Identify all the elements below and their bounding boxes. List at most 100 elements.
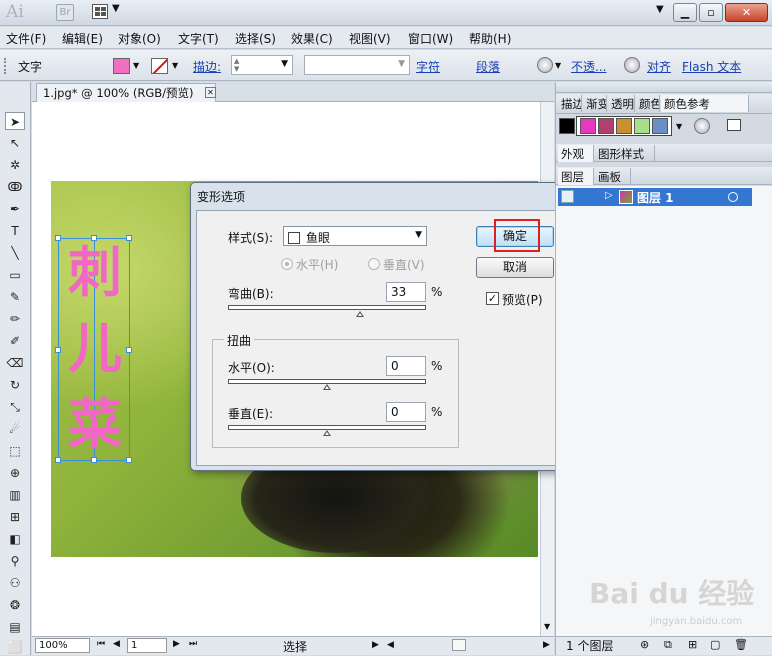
scroll-right-icon[interactable]: ▶ [543,640,550,650]
text-bounding-box[interactable]: 刺 儿 菜 [55,235,132,463]
zoom-level-field[interactable]: 100% [35,638,90,653]
menu-window[interactable]: 窗口(W) [408,30,453,47]
resize-handle[interactable] [126,347,132,353]
blend-tool-icon[interactable]: ⚇ [5,574,25,592]
tab-color[interactable]: 颜色 [636,95,660,112]
pen-tool-icon[interactable]: ✒ [5,200,25,218]
stroke-link[interactable]: 描边: [193,58,221,75]
tab-transparency[interactable]: 透明 [608,95,635,112]
bend-input[interactable]: 33 [386,282,426,302]
artboard-number-field[interactable]: 1 [127,638,167,653]
mesh-tool-icon[interactable]: ⊞ [5,508,25,526]
tab-color-guide[interactable]: 颜色参考 [661,95,749,112]
menu-file[interactable]: 文件(F) [6,30,46,47]
document-tab[interactable]: 1.jpg* @ 100% (RGB/预览) ✕ [36,83,216,102]
style-dropdown[interactable]: ▼ [304,55,410,75]
stroke-weight-input[interactable]: ▲ ▼ ▼ [231,55,293,75]
menu-view[interactable]: 视图(V) [349,30,391,47]
lasso-tool-icon[interactable]: ↂ [5,178,25,196]
edit-colors-icon[interactable] [694,118,710,134]
close-button[interactable]: ✕ [725,3,768,22]
symbol-sprayer-tool-icon[interactable]: ❂ [5,596,25,614]
resize-handle[interactable] [55,235,61,241]
bend-slider-thumb[interactable] [356,311,364,317]
new-sublayer-icon[interactable]: ⊞ [688,638,697,651]
expand-arrow-icon[interactable]: ▷ [605,190,613,201]
minimize-button[interactable]: ▁ [673,3,697,22]
menu-effect[interactable]: 效果(C) [291,30,333,47]
cancel-button[interactable]: 取消 [476,257,554,278]
stroke-color-swatch[interactable] [151,58,168,74]
blob-brush-tool-icon[interactable]: ✐ [5,332,25,350]
harmony-swatch[interactable] [652,118,668,134]
resize-handle[interactable] [91,457,97,463]
line-tool-icon[interactable]: ╲ [5,244,25,262]
rectangle-tool-icon[interactable]: ▭ [5,266,25,284]
harmony-swatch[interactable] [616,118,632,134]
scroll-down-icon[interactable]: ▼ [544,622,550,631]
locate-object-icon[interactable]: ⊛ [640,638,649,651]
paragraph-link[interactable]: 段落 [476,58,500,75]
base-color-swatch[interactable] [559,118,575,134]
tab-layers[interactable]: 图层 [558,168,594,185]
align-link[interactable]: 对齐 [647,58,671,75]
workspace-dropdown-icon[interactable]: ▼ [656,4,664,15]
harmony-swatch[interactable] [598,118,614,134]
harmony-swatch[interactable] [634,118,650,134]
character-link[interactable]: 字符 [416,58,440,75]
distort-horizontal-input[interactable]: 0 [386,356,426,376]
resize-handle[interactable] [126,457,132,463]
warp-tool-icon[interactable]: ☄ [5,420,25,438]
make-clipping-mask-icon[interactable]: ⧉ [664,638,672,652]
previous-artboard-icon[interactable]: ◀ [113,639,120,649]
recolor-artwork-icon[interactable] [537,57,553,73]
fill-color-swatch[interactable] [113,58,130,74]
new-layer-icon[interactable]: ▢ [710,638,720,651]
column-graph-tool-icon[interactable]: ▤ [5,618,25,636]
pencil-tool-icon[interactable]: ✏ [5,310,25,328]
warp-style-select[interactable]: 鱼眼 ▼ [283,226,427,246]
distort-horizontal-thumb[interactable] [323,384,331,390]
resize-handle[interactable] [55,457,61,463]
vertical-radio[interactable] [368,258,380,270]
arrange-documents-icon[interactable] [92,4,108,19]
control-bar-grip[interactable] [4,58,8,74]
layer-name[interactable]: 图层 1 [637,189,674,206]
stroke-weight-dropdown-icon[interactable]: ▼ [281,59,288,69]
menu-select[interactable]: 选择(S) [235,30,276,47]
tab-appearance[interactable]: 外观 [558,145,594,162]
first-artboard-icon[interactable]: ⏮ [97,639,105,649]
gradient-tool-icon[interactable]: ◧ [5,530,25,548]
direct-selection-tool-icon[interactable]: ↖ [5,134,25,152]
tab-artboards[interactable]: 画板 [595,168,631,185]
dock-collapse-bar[interactable] [556,82,772,93]
eraser-tool-icon[interactable]: ⌫ [5,354,25,372]
menu-type[interactable]: 文字(T) [178,30,219,47]
menu-object[interactable]: 对象(O) [118,30,161,47]
bend-slider[interactable] [228,305,426,310]
chevron-down-icon[interactable]: ▼ [415,230,422,240]
rotate-tool-icon[interactable]: ↻ [5,376,25,394]
menu-help[interactable]: 帮助(H) [469,30,511,47]
tab-stroke[interactable]: 描边 [558,95,582,112]
resize-handle[interactable] [126,235,132,241]
bridge-button[interactable]: Br [56,4,74,21]
save-color-group-icon[interactable] [727,119,741,131]
gear-icon[interactable] [624,57,640,73]
paintbrush-tool-icon[interactable]: ✎ [5,288,25,306]
graph-tool-icon[interactable]: ▥ [5,486,25,504]
status-menu-icon[interactable]: ▶ [372,640,379,650]
scroll-left-icon[interactable]: ◀ [387,640,394,650]
preview-checkbox[interactable]: ✓ [486,292,499,305]
selection-tool-icon[interactable]: ➤ [5,112,25,130]
tab-graphic-styles[interactable]: 图形样式 [595,145,655,162]
shape-builder-tool-icon[interactable]: ⊕ [5,464,25,482]
free-transform-tool-icon[interactable]: ⬚ [5,442,25,460]
delete-layer-icon[interactable]: 🗑 [734,638,748,651]
magic-wand-tool-icon[interactable]: ✲ [5,156,25,174]
horizontal-radio[interactable] [281,258,293,270]
flash-text-link[interactable]: Flash 文本 [682,58,741,75]
eyedropper-tool-icon[interactable]: ⚲ [5,552,25,570]
scale-tool-icon[interactable]: ⤡ [5,398,25,416]
arrange-dropdown-icon[interactable]: ▼ [112,3,120,14]
